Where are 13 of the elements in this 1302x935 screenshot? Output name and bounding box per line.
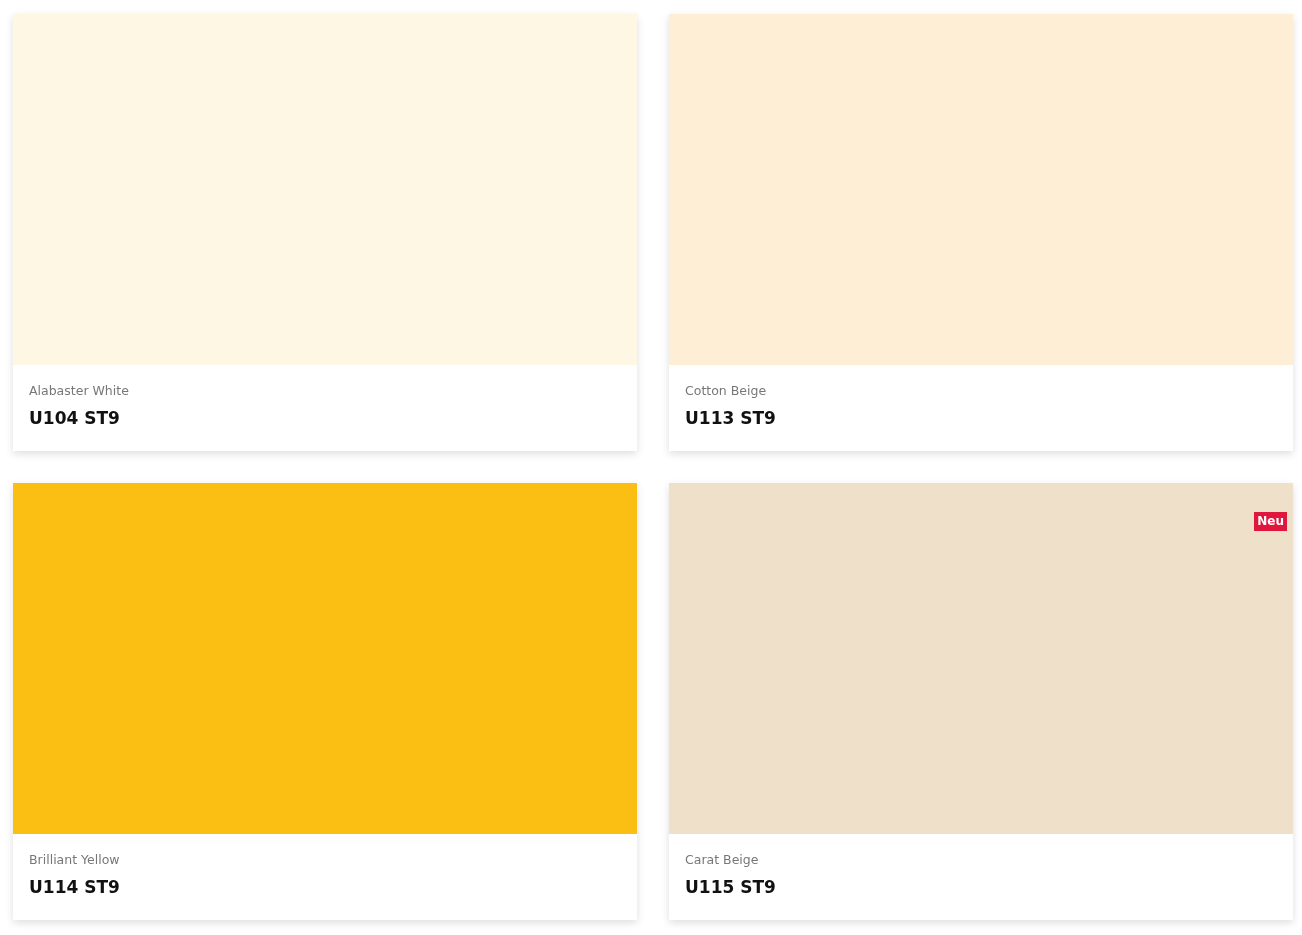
color-name: Alabaster White — [29, 383, 129, 399]
swatch-card[interactable]: Brilliant Yellow U114 ST9 — [13, 483, 637, 920]
swatch-card[interactable]: Cotton Beige U113 ST9 — [669, 14, 1293, 451]
swatch-card[interactable]: Neu Carat Beige U115 ST9 — [669, 483, 1293, 920]
color-code: U114 ST9 — [29, 876, 120, 898]
color-name: Carat Beige — [685, 852, 759, 868]
new-badge: Neu — [1254, 512, 1287, 531]
color-code: U115 ST9 — [685, 876, 776, 898]
color-code: U104 ST9 — [29, 407, 120, 429]
color-name: Brilliant Yellow — [29, 852, 120, 868]
color-name: Cotton Beige — [685, 383, 767, 399]
swatch-card[interactable]: Alabaster White U104 ST9 — [13, 14, 637, 451]
color-code: U113 ST9 — [685, 407, 776, 429]
